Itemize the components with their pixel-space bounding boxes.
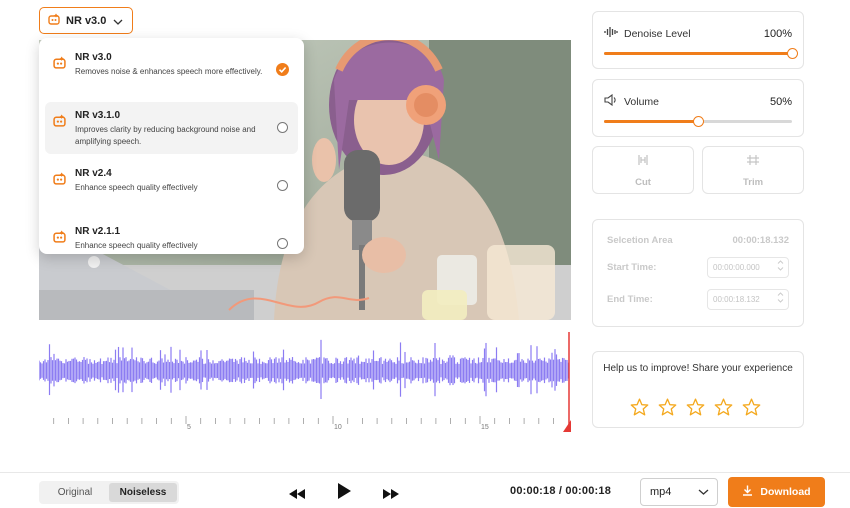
selection-area-value: 00:00:18.132 [732,235,789,246]
cut-icon [636,153,650,171]
model-option-title: NR v3.0 [75,52,112,63]
radio-button[interactable] [277,238,288,249]
denoise-label: Denoise Level [624,28,691,40]
star-icon[interactable] [686,398,705,421]
cut-label: Cut [635,176,651,188]
noiseless-toggle[interactable]: Noiseless [109,483,177,502]
tick-label: 5 [187,424,191,431]
model-selector-label: NR v3.0 [66,14,107,27]
tick-label: 15 [481,424,489,431]
play-icon [338,483,351,499]
model-option-title: NR v3.1.0 [75,110,121,121]
model-option[interactable]: NR v3.0 Removes noise & enhances speech … [45,44,298,96]
feedback-panel: Help us to improve! Share your experienc… [592,351,804,428]
volume-slider-thumb[interactable] [693,116,704,127]
radio-button[interactable] [277,122,288,133]
model-option-desc: Improves clarity by reducing background … [75,125,256,146]
check-circle-icon[interactable] [276,63,289,76]
rewind-icon [289,489,305,499]
denoise-panel: Denoise Level 100% [592,11,804,69]
format-value: mp4 [650,486,672,498]
timecode: 00:00:18 / 00:00:18 [510,485,612,497]
enhance-icon [53,114,66,132]
stepper-icon[interactable] [777,260,784,271]
model-option-title: NR v2.4 [75,168,112,179]
start-time-input[interactable]: 00:00:00.000 [707,257,789,278]
star-icon[interactable] [714,398,733,421]
trim-icon [746,153,760,171]
rewind-button[interactable] [289,486,305,504]
bottom-toolbar: Original Noiseless 00:00:18 / 00:00:18 m… [0,472,850,508]
star-icon[interactable] [630,398,649,421]
start-time-label: Start Time: [607,262,657,273]
end-time-input[interactable]: 00:00:18.132 [707,289,789,310]
volume-panel: Volume 50% [592,79,804,137]
radio-button[interactable] [277,180,288,191]
model-dropdown: NR v3.0 Removes noise & enhances speech … [39,38,304,254]
star-icon[interactable] [742,398,761,421]
enhance-icon [53,230,66,248]
audio-mode-toggle: Original Noiseless [39,481,179,504]
download-icon [742,485,753,499]
download-button[interactable]: Download [728,477,825,507]
chevron-down-icon [698,486,709,498]
app-window: NR v3.0 NR v3.0 Removes noise & enhances… [0,0,850,508]
cut-button[interactable]: Cut [592,146,694,194]
volume-slider-fill [604,120,698,123]
denoise-slider-fill [604,52,792,55]
end-time-label: End Time: [607,294,653,305]
model-option-title: NR v2.1.1 [75,226,121,237]
enhance-icon [53,172,66,190]
play-button[interactable] [337,483,351,504]
end-time-value: 00:00:18.132 [713,295,760,304]
enhance-icon [53,56,66,74]
model-option[interactable]: NR v2.4 Enhance speech quality effective… [45,160,298,212]
original-toggle[interactable]: Original [41,483,109,502]
selection-panel: Selcetion Area 00:00:18.132 Start Time: … [592,219,804,327]
model-option[interactable]: NR v3.1.0 Improves clarity by reducing b… [45,102,298,154]
volume-value: 50% [769,96,792,108]
enhance-icon [48,12,60,30]
tick-label: 10 [334,424,342,431]
format-select[interactable]: mp4 [640,478,718,506]
stepper-icon[interactable] [777,292,784,303]
fast-forward-icon [383,489,399,499]
trim-button[interactable]: Trim [702,146,804,194]
volume-slider[interactable] [604,116,792,127]
model-option[interactable]: NR v2.1.1 Enhance speech quality effecti… [45,218,298,270]
model-selector[interactable]: NR v3.0 [39,7,133,34]
model-option-desc: Enhance speech quality effectively [75,183,198,192]
denoise-slider-thumb[interactable] [787,48,798,59]
playhead-handle[interactable] [563,420,571,432]
feedback-question: Help us to improve! Share your experienc… [603,363,793,374]
denoise-value: 100% [763,28,792,40]
waveform-icon [604,25,618,43]
start-time-value: 00:00:00.000 [713,263,760,272]
star-icon[interactable] [658,398,677,421]
volume-label: Volume [624,96,660,108]
fast-forward-button[interactable] [383,486,399,504]
selection-area-label: Selcetion Area [607,235,673,246]
denoise-slider[interactable] [604,48,798,59]
waveform-graph: 5 10 15 [38,332,571,432]
chevron-down-icon [113,12,123,30]
waveform-timeline[interactable]: 5 10 15 [38,330,571,432]
model-option-desc: Enhance speech quality effectively [75,241,198,250]
volume-icon [604,93,618,111]
trim-label: Trim [742,176,764,188]
rating-stars [630,398,761,421]
download-label: Download [760,486,811,498]
model-option-desc: Removes noise & enhances speech more eff… [75,67,263,76]
